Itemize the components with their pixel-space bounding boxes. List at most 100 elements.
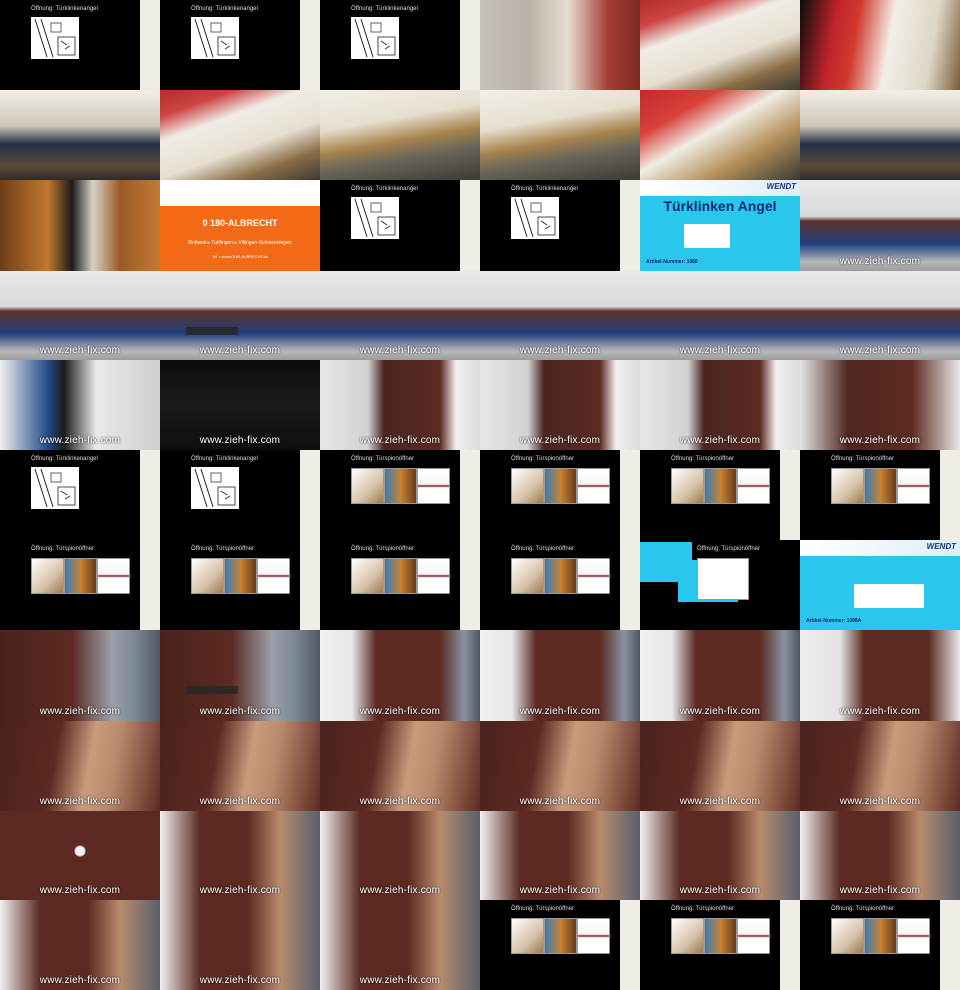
peephole-tool-photo — [831, 918, 864, 954]
letterbox-bar — [320, 450, 340, 540]
frame-image — [480, 0, 640, 90]
video-frame: www.zieh-fix.com — [320, 271, 480, 360]
slide-title: Öffnung: Türspionöffner — [697, 546, 761, 552]
peephole-tool-photo — [257, 558, 290, 594]
peephole-tool-photo — [577, 558, 610, 594]
video-frame: Öffnung: Türklinkenangel — [0, 0, 160, 90]
letterbox-bar — [780, 450, 800, 540]
slide: Öffnung: Türklinkenangel — [20, 450, 140, 540]
peephole-tool-photo — [191, 558, 224, 594]
slide: Öffnung: Türspionöffner — [500, 900, 620, 990]
peephole-tool-photo — [897, 468, 930, 504]
slide-title: Öffnung: Türklinkenangel — [351, 6, 418, 12]
slide-title: Öffnung: Türspionöffner — [191, 546, 255, 552]
frame-image — [480, 90, 640, 180]
brand-logo: WENDT — [766, 182, 796, 191]
letterbox-bar — [480, 180, 500, 271]
letterbox-bar — [460, 450, 480, 540]
peephole-tool-photo — [224, 558, 257, 594]
slide: Öffnung: Türspionöffner — [500, 450, 620, 540]
video-frame: www.zieh-fix.com — [320, 721, 480, 811]
letterbox-bar — [940, 450, 960, 540]
slide: Öffnung: Türspionöffner — [20, 540, 140, 630]
video-player-controls[interactable] — [186, 686, 238, 694]
letterbox-bar — [480, 450, 500, 540]
business-cities: Rottweil ▸ Tuttlingen ▸ Villingen-Schwen… — [188, 240, 292, 246]
watermark-text: www.zieh-fix.com — [679, 345, 761, 356]
video-frame: www.zieh-fix.com — [800, 180, 960, 271]
watermark-text: www.zieh-fix.com — [839, 706, 921, 717]
video-player-controls[interactable] — [186, 327, 238, 335]
video-frame: www.zieh-fix.com — [0, 271, 160, 360]
brand-logo: WENDT — [926, 542, 956, 551]
slide-title: Öffnung: Türklinkenangel — [191, 6, 258, 12]
video-frame: www.zieh-fix.com — [0, 900, 160, 990]
video-frame — [160, 90, 320, 180]
peephole-tool-photo — [697, 558, 749, 600]
product-title: Türklinken Angel — [663, 198, 777, 214]
frame-image — [0, 90, 160, 180]
letterbox-bar — [320, 180, 340, 271]
letterbox-bar — [480, 900, 500, 990]
watermark-text: www.zieh-fix.com — [199, 796, 281, 807]
slide-title: Öffnung: Türspionöffner — [31, 546, 95, 552]
slide: Öffnung: Türklinkenangel — [20, 0, 140, 90]
peephole-tool-photo — [64, 558, 97, 594]
video-frame: www.zieh-fix.com — [320, 811, 480, 900]
slide-title: Öffnung: Türspionöffner — [671, 456, 735, 462]
watermark-text: www.zieh-fix.com — [839, 885, 921, 896]
letterbox-bar — [620, 450, 640, 540]
door-handle-tool-diagram — [31, 17, 79, 59]
business-web: Tel. • www.0180-ALBRECHT.de — [211, 254, 269, 259]
slide-title: Öffnung: Türspionöffner — [351, 546, 415, 552]
video-frame: Öffnung: Türspionöffner — [480, 900, 640, 990]
video-frame — [0, 180, 160, 271]
slide-title: Öffnung: Türspionöffner — [511, 906, 575, 912]
frame-image — [160, 90, 320, 180]
slide-title: Öffnung: Türspionöffner — [671, 906, 735, 912]
slide-title: Öffnung: Türklinkenangel — [31, 456, 98, 462]
video-frame: Öffnung: Türklinkenangel — [160, 0, 320, 90]
watermark-text: www.zieh-fix.com — [39, 796, 121, 807]
video-frame: Öffnung: Türspionöffner — [640, 450, 800, 540]
video-frame: Öffnung: Türklinkenangel — [320, 0, 480, 90]
slide: Öffnung: Türspionöffner — [820, 450, 940, 540]
peephole-tool-photo — [897, 918, 930, 954]
watermark-text: www.zieh-fix.com — [519, 706, 601, 717]
watermark-text: www.zieh-fix.com — [679, 435, 761, 446]
watermark-text: www.zieh-fix.com — [39, 345, 121, 356]
video-frame: www.zieh-fix.com — [160, 630, 320, 721]
video-frame: www.zieh-fix.com — [480, 811, 640, 900]
door-handle-tool-diagram — [351, 197, 399, 239]
letterbox-bar — [300, 0, 320, 90]
letterbox-bar — [460, 180, 480, 271]
peephole-tool-photo — [704, 918, 737, 954]
video-frame: www.zieh-fix.com — [800, 360, 960, 450]
article-number: Artikel-Nummer: 1080 — [646, 259, 698, 265]
peephole-tool-photo — [351, 468, 384, 504]
product-diagram — [684, 224, 730, 248]
slide: Öffnung: Türspionöffner — [340, 540, 460, 630]
letterbox-bar — [940, 900, 960, 990]
letterbox-bar — [460, 0, 480, 90]
business-header — [160, 180, 320, 206]
peephole-tool-photo — [671, 468, 704, 504]
video-frame: Öffnung: Türklinkenangel — [320, 180, 480, 271]
video-frame: Öffnung: Türspionöffner — [480, 450, 640, 540]
peephole-tool-photo — [864, 918, 897, 954]
slide-title: Öffnung: Türklinkenangel — [511, 186, 578, 192]
video-frame: WENDT Türklinken Angel Artikel-Nummer: 108… — [640, 180, 800, 271]
door-handle-tool-diagram — [31, 467, 79, 509]
letterbox-bar — [780, 900, 800, 990]
letterbox-bar — [160, 450, 180, 540]
door-handle-tool-diagram — [191, 17, 239, 59]
video-frame: www.zieh-fix.com — [0, 360, 160, 450]
slide: Öffnung: Türklinkenangel — [340, 180, 460, 271]
peephole-tool-photo — [384, 468, 417, 504]
letterbox-bar — [300, 540, 320, 630]
video-frame: Öffnung: Türspionöffner — [640, 540, 800, 630]
video-frame: www.zieh-fix.com — [480, 721, 640, 811]
door-handle-tool-diagram — [191, 467, 239, 509]
peephole-tool-photo — [544, 558, 577, 594]
letterbox-bar — [800, 450, 820, 540]
